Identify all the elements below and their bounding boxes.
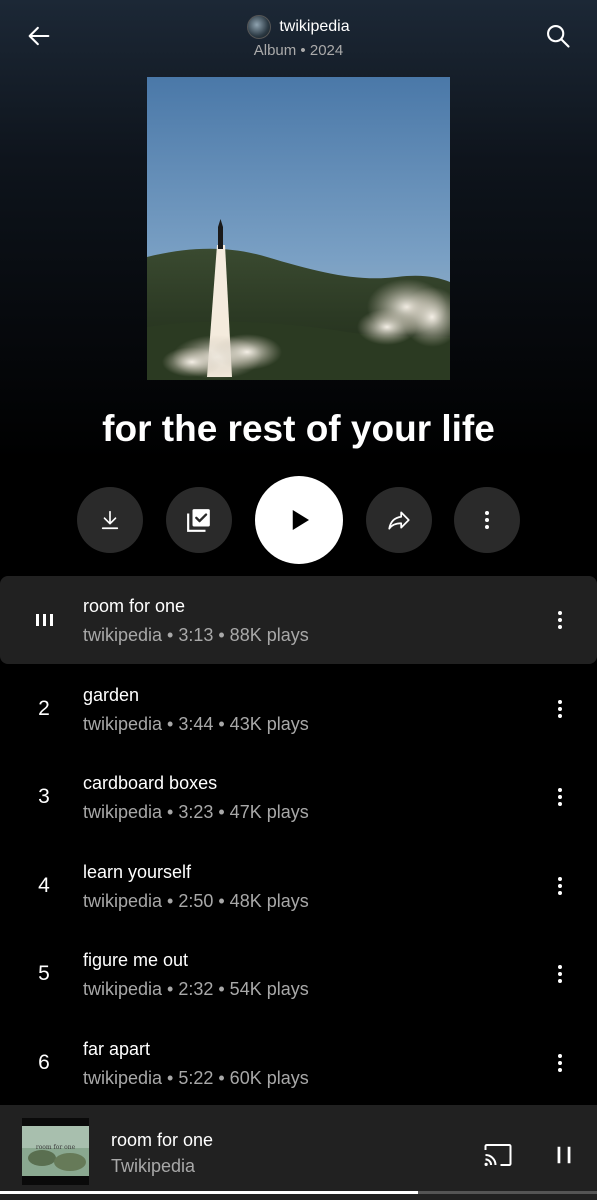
track-title: garden [83,685,140,705]
pause-icon [557,1146,571,1164]
more-vert-icon [558,788,562,806]
track-row[interactable]: 4 learn yourself twikipedia • 2:50 • 48K… [0,842,597,930]
library-add-check-icon [187,509,210,532]
mini-player-thumbnail: room for one [22,1118,89,1185]
track-title: room for one [83,596,186,616]
cast-icon [484,1144,512,1166]
track-more-button[interactable] [542,1041,578,1085]
track-row[interactable]: 5 figure me out twikipedia • 2:32 • 54K … [0,930,597,1018]
album-type-year: Album • 2024 [253,42,344,59]
download-button[interactable] [77,487,143,553]
thumbnail-artwork: room for one [22,1118,89,1185]
track-more-button[interactable] [542,775,578,819]
share-button[interactable] [366,487,432,553]
track-meta: twikipedia • 3:44 • 43K plays [83,714,309,734]
search-button[interactable] [536,14,580,58]
album-actions [0,476,597,566]
more-vert-icon [558,965,562,983]
cast-button[interactable] [476,1133,520,1177]
track-row[interactable]: 6 far apart twikipedia • 5:22 • 60K play… [0,1019,597,1107]
track-meta: twikipedia • 5:22 • 60K plays [83,1068,309,1088]
search-icon [547,25,570,48]
artist-avatar [247,15,272,39]
track-meta: twikipedia • 2:50 • 48K plays [83,891,309,911]
more-options-button[interactable] [454,487,520,553]
track-title: far apart [83,1039,151,1059]
track-title: learn yourself [83,862,192,882]
album-title: for the rest of your life [102,408,495,449]
now-playing-indicator [24,576,64,664]
mini-player[interactable]: room for one room for one Twikipedia [0,1105,597,1200]
equalizer-icon [35,614,53,626]
more-vert-icon [558,877,562,895]
top-bar: twikipedia Album • 2024 [0,0,597,75]
track-meta: twikipedia • 3:23 • 47K plays [83,802,309,822]
mini-player-title: room for one [111,1130,214,1150]
track-row[interactable]: room for one twikipedia • 3:13 • 88K pla… [0,576,597,664]
track-number: 5 [38,962,50,985]
track-title: figure me out [83,950,189,970]
pause-button[interactable] [542,1133,586,1177]
track-number: 4 [38,874,50,897]
thumbnail-text: room for one [36,1144,76,1151]
track-more-button[interactable] [542,864,578,908]
album-cover [147,77,450,380]
artist-link[interactable]: twikipedia [0,15,597,39]
save-to-library-button[interactable] [166,487,232,553]
track-number: 2 [38,697,50,720]
rocket-launch-artwork [147,77,450,380]
track-number: 3 [38,785,50,808]
more-vert-icon [558,1054,562,1072]
more-vert-icon [485,511,489,529]
track-more-button[interactable] [542,687,578,731]
artist-name: twikipedia [279,18,350,35]
track-meta: twikipedia • 3:13 • 88K plays [83,625,309,645]
playback-progress-bar[interactable] [0,1191,597,1194]
share-icon [388,511,410,530]
playback-progress-fill [0,1191,418,1194]
track-title: cardboard boxes [83,773,218,793]
play-icon [292,510,309,530]
track-row[interactable]: 3 cardboard boxes twikipedia • 3:23 • 47… [0,753,597,841]
track-more-button[interactable] [542,952,578,996]
track-number: 6 [38,1051,50,1074]
mini-player-artist: Twikipedia [111,1156,196,1176]
more-vert-icon [558,700,562,718]
download-icon [101,510,119,530]
track-meta: twikipedia • 2:32 • 54K plays [83,979,309,999]
track-more-button[interactable] [542,598,578,642]
play-button[interactable] [255,476,343,564]
track-row[interactable]: 2 garden twikipedia • 3:44 • 43K plays [0,665,597,753]
more-vert-icon [558,611,562,629]
